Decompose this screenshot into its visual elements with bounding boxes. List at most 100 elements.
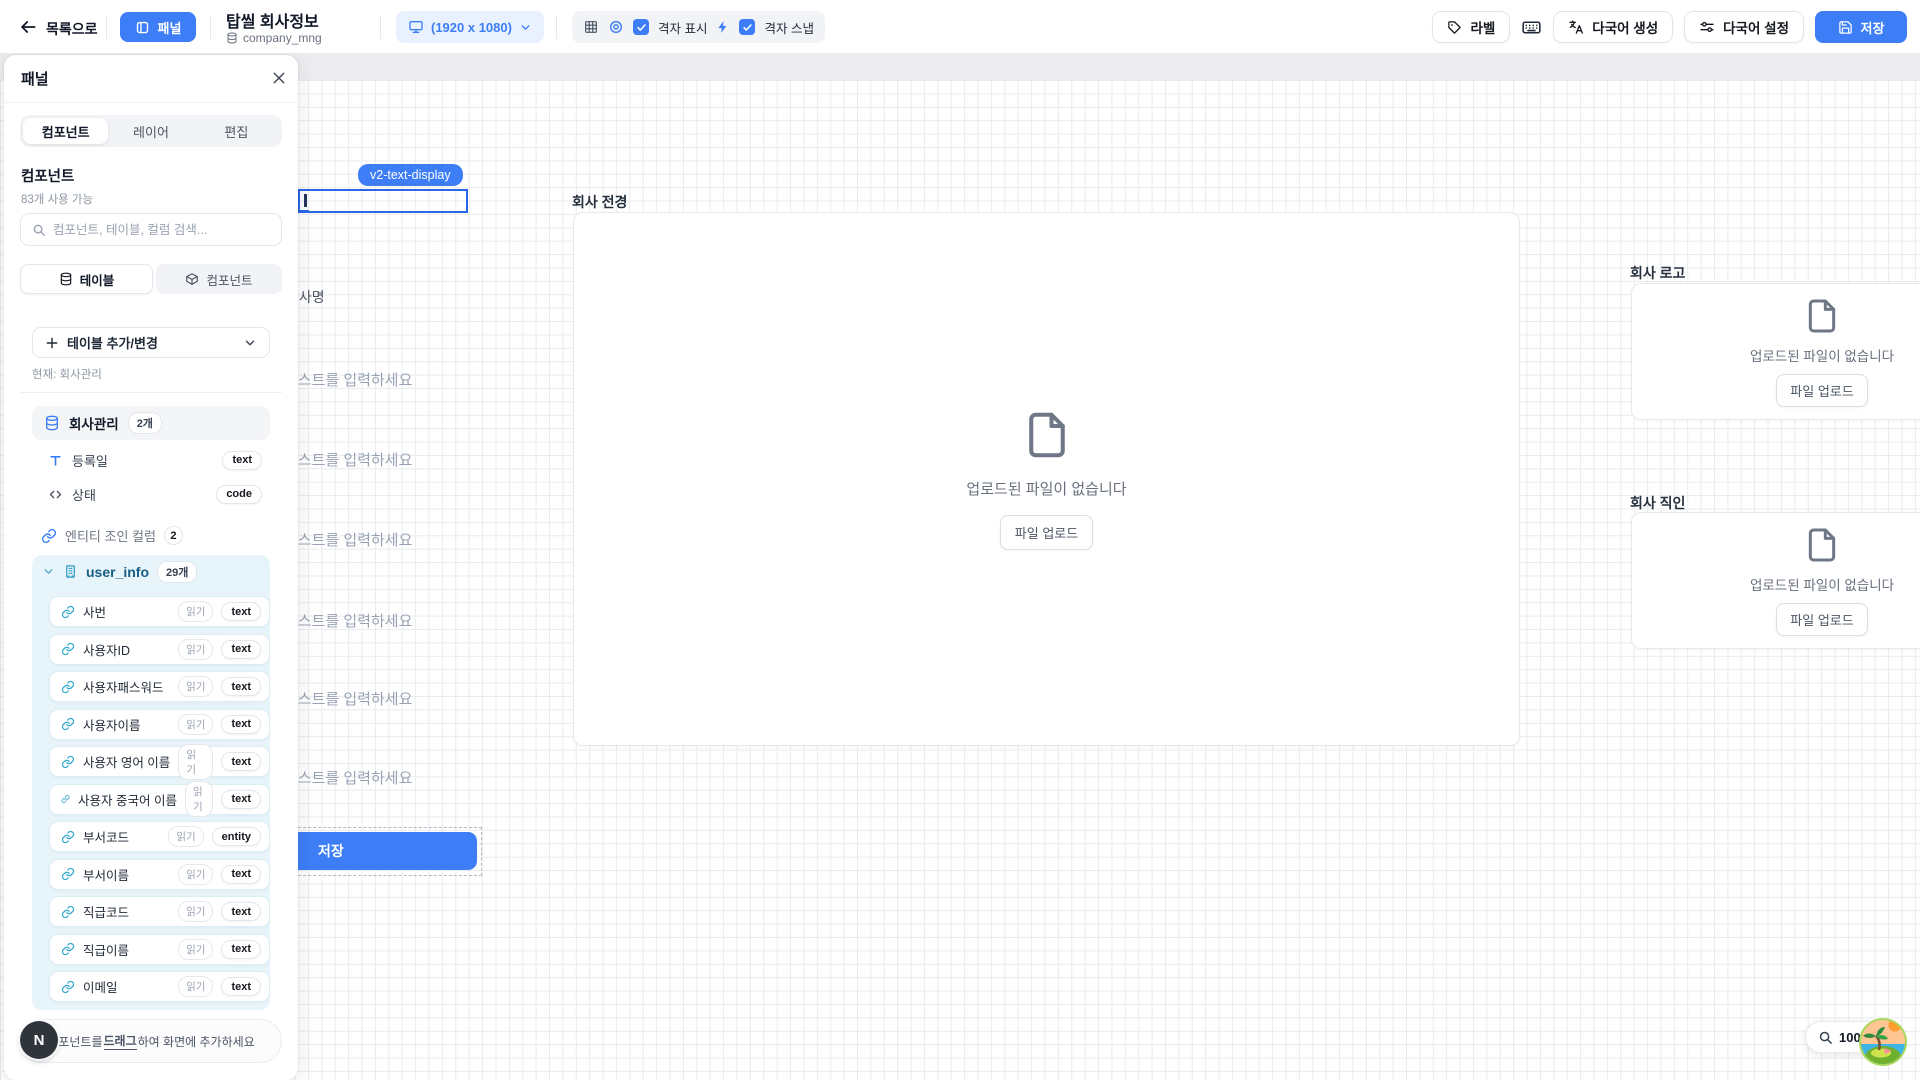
upload-area-company-logo[interactable]: 업로드된 파일이 없습니다 파일 업로드 (1631, 283, 1920, 420)
text-input-placeholder[interactable]: 텍스트를 입력하세요 (284, 767, 412, 788)
read-only-badge: 읽기 (178, 901, 213, 922)
read-only-badge: 읽기 (178, 714, 213, 735)
text-input-placeholder[interactable]: 텍스트를 입력하세요 (284, 529, 412, 550)
entity-column-item[interactable]: 이메일읽기text (49, 971, 270, 1002)
column-name: 부서이름 (83, 865, 170, 884)
hint-drag-word: 드래그 (104, 1032, 137, 1050)
read-only-badge: 읽기 (178, 676, 213, 697)
file-upload-button[interactable]: 파일 업로드 (1776, 374, 1867, 407)
entity-header[interactable]: user_info 29개 (32, 555, 270, 588)
save-icon (1838, 20, 1853, 35)
page-title: 탑씰 회사정보 (226, 8, 319, 32)
tab-layers[interactable]: 레이어 (108, 118, 193, 144)
floating-n-badge[interactable]: N (20, 1021, 58, 1059)
column-name: 사용자 중국어 이름 (78, 790, 177, 809)
file-upload-button[interactable]: 파일 업로드 (1000, 515, 1093, 550)
grid-snap-checkbox[interactable] (739, 19, 755, 35)
text-input-placeholder[interactable]: 텍스트를 입력하세요 (284, 449, 412, 470)
mode-toggle-component[interactable]: 컴포넌트 (156, 264, 282, 294)
link-icon (61, 980, 75, 994)
form-save-button[interactable]: 저장 (282, 832, 477, 870)
column-name: 사용자이름 (83, 715, 170, 734)
entity-user-info-group: user_info 29개 사번읽기text 사용자ID읽기text 사용자패스워드… (32, 555, 270, 1010)
divider (380, 15, 381, 39)
database-icon (59, 272, 73, 286)
text-input-placeholder[interactable]: 텍스트를 입력하세요 (284, 610, 412, 631)
search-input[interactable] (53, 223, 270, 237)
entity-column-item[interactable]: 사용자 영어 이름읽기text (49, 746, 270, 777)
file-upload-button[interactable]: 파일 업로드 (1776, 603, 1867, 636)
link-icon (61, 755, 75, 769)
text-cursor (304, 194, 307, 207)
column-type-badge: text (221, 752, 261, 771)
i18n-settings-button[interactable]: 다국어 설정 (1684, 11, 1804, 43)
chevron-down-icon (42, 565, 55, 578)
link-icon (61, 717, 75, 731)
link-icon (61, 830, 75, 844)
entity-column-item[interactable]: 부서코드읽기entity (49, 821, 270, 852)
table-group-header[interactable]: 회사관리 2개 (32, 406, 270, 440)
lightning-icon (716, 20, 730, 34)
tab-edit[interactable]: 편집 (194, 118, 279, 144)
entity-column-item[interactable]: 사용자ID읽기text (49, 634, 270, 665)
panel-title: 패널 (21, 68, 49, 89)
column-type-badge: code (216, 485, 262, 504)
table-column-count-badge: 2개 (128, 412, 162, 434)
entity-column-item[interactable]: 사용자패스워드 읽기 text (49, 671, 270, 702)
back-arrow-icon[interactable] (18, 17, 38, 37)
link-icon (61, 680, 75, 694)
components-available-count: 83개 사용 가능 (21, 191, 93, 207)
read-only-badge: 읽기 (168, 826, 203, 847)
island-theme-icon[interactable] (1858, 1017, 1908, 1067)
add-change-table-button[interactable]: 테이블 추가/변경 (32, 327, 270, 358)
entity-column-item[interactable]: 직급코드읽기text (49, 896, 270, 927)
mode-toggle-table[interactable]: 테이블 (20, 264, 153, 294)
column-name: 사용자패스워드 (83, 677, 170, 696)
components-section-title: 컴포넌트 (21, 165, 74, 186)
entity-column-item[interactable]: 사번읽기text (49, 596, 270, 627)
panel-toggle-button[interactable]: 패널 (120, 12, 196, 42)
entity-column-item[interactable]: 사용자이름 읽기 text (49, 709, 270, 740)
entity-column-item[interactable]: 직급이름읽기text (49, 934, 270, 965)
column-name: 상태 (72, 485, 207, 504)
table-column-row[interactable]: 등록일 text (32, 449, 270, 471)
link-icon (61, 867, 75, 881)
close-icon[interactable] (268, 67, 290, 89)
link-icon (61, 642, 75, 656)
screen-size-selector[interactable]: (1920 x 1080) (396, 11, 544, 43)
tab-components[interactable]: 컴포넌트 (23, 118, 108, 144)
selected-text-display-component[interactable] (298, 189, 468, 213)
entity-join-count-badge: 2 (164, 526, 183, 545)
i18n-generate-text: 다국어 생성 (1592, 17, 1658, 37)
text-input-placeholder[interactable]: 텍스트를 입력하세요 (284, 688, 412, 709)
divider (556, 15, 557, 39)
save-button[interactable]: 저장 (1815, 11, 1907, 43)
i18n-settings-text: 다국어 설정 (1723, 17, 1789, 37)
upload-area-company-view[interactable]: 업로드된 파일이 없습니다 파일 업로드 (573, 212, 1520, 746)
keyboard-shortcuts-icon[interactable] (1521, 17, 1542, 38)
back-to-list-button[interactable]: 목록으로 (46, 19, 98, 39)
label-button[interactable]: 라벨 (1432, 11, 1510, 43)
cube-icon (185, 272, 199, 286)
link-icon (61, 905, 75, 919)
hint-suffix: 하여 화면에 추가하세요 (138, 1033, 255, 1050)
entity-join-section-header[interactable]: 엔티티 조인 컬럼 2 (41, 526, 183, 545)
read-only-badge: 읽기 (185, 781, 213, 817)
entity-column-item[interactable]: 부서이름읽기text (49, 859, 270, 890)
column-name: 부서코드 (83, 827, 160, 846)
database-icon (44, 415, 60, 431)
table-column-row[interactable]: 상태 code (32, 483, 270, 505)
grid-icon (583, 19, 599, 35)
text-input-placeholder[interactable]: 텍스트를 입력하세요 (284, 369, 412, 390)
target-visibility-icon[interactable] (608, 19, 624, 35)
upload-area-company-seal[interactable]: 업로드된 파일이 없습니다 파일 업로드 (1631, 512, 1920, 649)
read-only-badge: 읽기 (178, 939, 213, 960)
column-type-badge: text (221, 715, 261, 734)
column-type-badge: text (221, 640, 261, 659)
column-type-badge: text (221, 677, 261, 696)
panel-tabs: 컴포넌트 레이어 편집 (20, 115, 282, 147)
i18n-generate-button[interactable]: 다국어 생성 (1553, 11, 1673, 43)
monitor-icon (408, 19, 424, 35)
grid-show-checkbox[interactable] (633, 19, 649, 35)
entity-column-item[interactable]: 사용자 중국어 이름읽기text (49, 784, 270, 815)
